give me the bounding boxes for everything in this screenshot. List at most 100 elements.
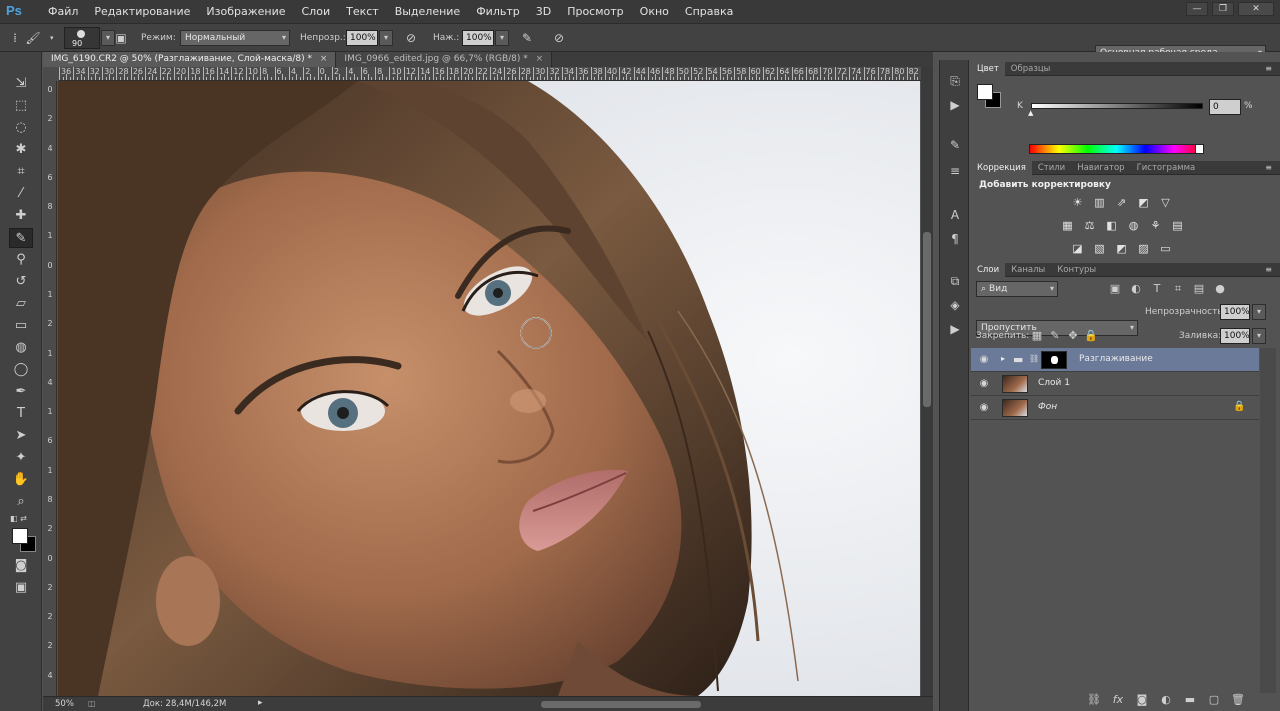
trash-icon[interactable]: 🗑 — [1230, 692, 1246, 708]
visibility-eye-icon[interactable]: ◉ — [977, 353, 991, 367]
horizontal-ruler[interactable]: 36 34 32 30 28 26 24 22 20 18 16 14 12 10 8 6 4 2 0 2 4 6 8 10 1… — [59, 67, 921, 81]
pressure-slider-button[interactable]: ▾ — [495, 30, 509, 46]
vertical-scrollbar[interactable] — [921, 67, 933, 697]
timeline-panel-icon[interactable]: ◈ — [945, 296, 965, 314]
zoom-level[interactable]: 50% — [55, 699, 74, 709]
brush-tool-icon[interactable]: ✎ — [9, 228, 33, 248]
default-colors-icon[interactable]: ◧ ⇄ — [10, 514, 27, 523]
color-foreground-swatch[interactable] — [977, 84, 993, 100]
type-tool-icon[interactable]: T — [9, 404, 33, 424]
lock-all-icon[interactable]: 🔒 — [1083, 328, 1099, 344]
panel-menu-icon[interactable]: ≡ — [1265, 64, 1272, 73]
history-brush-tool-icon[interactable]: ↺ — [9, 272, 33, 292]
tab-paths[interactable]: Контуры — [1051, 263, 1102, 277]
adjustment-icon[interactable]: ◐ — [1158, 692, 1174, 708]
filter-pixel-icon[interactable]: ▣ — [1107, 281, 1123, 297]
status-menu-arrow-icon[interactable]: ▸ — [258, 698, 263, 708]
path-selection-tool-icon[interactable]: ➤ — [9, 426, 33, 446]
exposure-icon[interactable]: ◩ — [1135, 195, 1152, 210]
marquee-tool-icon[interactable]: ⬚ — [9, 96, 33, 116]
tab-channels[interactable]: Каналы — [1005, 263, 1051, 277]
filter-adjustment-icon[interactable]: ◐ — [1128, 281, 1144, 297]
tab-styles[interactable]: Стили — [1032, 161, 1071, 175]
brush-presets-icon[interactable]: ✎ — [945, 136, 965, 154]
crop-tool-icon[interactable]: ⌗ — [9, 162, 33, 182]
menu-select[interactable]: Выделение — [387, 0, 469, 24]
layer-row-background[interactable]: ◉ Фон 🔒 — [971, 396, 1259, 420]
eyedropper-tool-icon[interactable]: ⁄ — [9, 184, 33, 204]
color-balance-icon[interactable]: ⚖ — [1081, 218, 1098, 233]
play-panel-icon[interactable]: ▶ — [945, 320, 965, 338]
layer-thumbnail[interactable] — [1002, 399, 1028, 417]
fill-input[interactable]: 100% — [1220, 328, 1250, 344]
gradient-tool-icon[interactable]: ▭ — [9, 316, 33, 336]
new-layer-icon[interactable]: ▢ — [1206, 692, 1222, 708]
menu-view[interactable]: Просмотр — [559, 0, 631, 24]
brightness-contrast-icon[interactable]: ☀ — [1069, 195, 1086, 210]
channel-mixer-icon[interactable]: ⚘ — [1147, 218, 1164, 233]
photo-filter-icon[interactable]: ◍ — [1125, 218, 1142, 233]
filter-shape-icon[interactable]: ⌗ — [1170, 281, 1186, 297]
layer-name[interactable]: Фон — [1038, 402, 1057, 412]
restore-button[interactable]: ❐ — [1212, 2, 1234, 16]
history-panel-icon[interactable]: ⎘ — [945, 72, 965, 90]
layer-thumbnail[interactable] — [1002, 375, 1028, 393]
folder-icon[interactable]: ▬ — [1182, 692, 1198, 708]
black-white-icon[interactable]: ◧ — [1103, 218, 1120, 233]
brush-panel-toggle-icon[interactable]: ▣ — [112, 29, 130, 47]
vertical-ruler[interactable]: 024681012141618202224 — [43, 81, 57, 696]
tab-swatches[interactable]: Образцы — [1005, 62, 1057, 76]
shape-tool-icon[interactable]: ✦ — [9, 448, 33, 468]
healing-brush-tool-icon[interactable]: ✚ — [9, 206, 33, 226]
menu-type[interactable]: Текст — [338, 0, 387, 24]
tablet-size-icon[interactable]: ⊘ — [550, 29, 568, 47]
close-button[interactable]: ✕ — [1238, 2, 1274, 16]
menu-help[interactable]: Справка — [677, 0, 741, 24]
mask-icon[interactable]: ◙ — [1134, 692, 1150, 708]
opacity-input[interactable]: 100% — [346, 30, 378, 46]
color-spectrum-ramp[interactable] — [1029, 144, 1204, 154]
layer-opacity-dropdown[interactable]: ▾ — [1252, 304, 1266, 320]
menu-filter[interactable]: Фильтр — [468, 0, 528, 24]
close-tab-icon[interactable]: × — [536, 54, 544, 64]
airbrush-icon[interactable]: ✎ — [518, 29, 536, 47]
brush-tool-preset-icon[interactable]: 🖌 — [24, 29, 42, 47]
blur-tool-icon[interactable]: ◍ — [9, 338, 33, 358]
brush-size-picker[interactable]: 90 — [64, 27, 100, 49]
panel-menu-icon[interactable]: ≡ — [1265, 163, 1272, 172]
screen-mode-icon[interactable]: ▣ — [9, 578, 33, 598]
posterize-icon[interactable]: ▧ — [1091, 241, 1108, 256]
close-tab-icon[interactable]: × — [320, 54, 328, 64]
ruler-origin[interactable] — [43, 67, 59, 81]
fill-dropdown[interactable]: ▾ — [1252, 328, 1266, 344]
color-lookup-icon[interactable]: ▤ — [1169, 218, 1186, 233]
filter-toggle-icon[interactable]: ● — [1212, 281, 1228, 297]
layer-name[interactable]: Разглаживание — [1079, 354, 1153, 364]
dodge-tool-icon[interactable]: ◯ — [9, 360, 33, 380]
visibility-eye-icon[interactable]: ◉ — [977, 377, 991, 391]
tab-document-2[interactable]: IMG_0966_edited.jpg @ 66,7% (RGB/8) * × — [336, 52, 553, 67]
document-canvas[interactable] — [58, 81, 920, 696]
lock-pixels-icon[interactable]: ✎ — [1047, 328, 1063, 344]
tab-document-1[interactable]: IMG_6190.CR2 @ 50% (Разглаживание, Слой-… — [43, 52, 337, 67]
menu-file[interactable]: Файл — [40, 0, 86, 24]
actions-panel-icon[interactable]: ▶ — [945, 96, 965, 114]
k-slider-track[interactable] — [1031, 103, 1203, 109]
quick-select-tool-icon[interactable]: ✱ — [9, 140, 33, 160]
opacity-slider-button[interactable]: ▾ — [379, 30, 393, 46]
hand-tool-icon[interactable]: ✋ — [9, 470, 33, 490]
eraser-tool-icon[interactable]: ▱ — [9, 294, 33, 314]
layer-row-pixel[interactable]: ◉ Слой 1 — [971, 372, 1259, 396]
fx-icon[interactable]: fx — [1110, 692, 1126, 708]
selective-color-icon[interactable]: ▨ — [1135, 241, 1152, 256]
quick-mask-icon[interactable]: ◙ — [9, 556, 33, 576]
invert-icon[interactable]: ◪ — [1069, 241, 1086, 256]
clone-stamp-tool-icon[interactable]: ⚲ — [9, 250, 33, 270]
menu-layers[interactable]: Слои — [294, 0, 339, 24]
tab-layers[interactable]: Слои — [971, 262, 1006, 277]
layer-mask-thumbnail[interactable] — [1041, 351, 1067, 369]
brush-panel-icon[interactable]: ≡ — [945, 162, 965, 180]
character-panel-icon[interactable]: A — [945, 206, 965, 224]
horizontal-scroll-thumb[interactable] — [541, 701, 701, 708]
tablet-opacity-icon[interactable]: ⊘ — [402, 29, 420, 47]
